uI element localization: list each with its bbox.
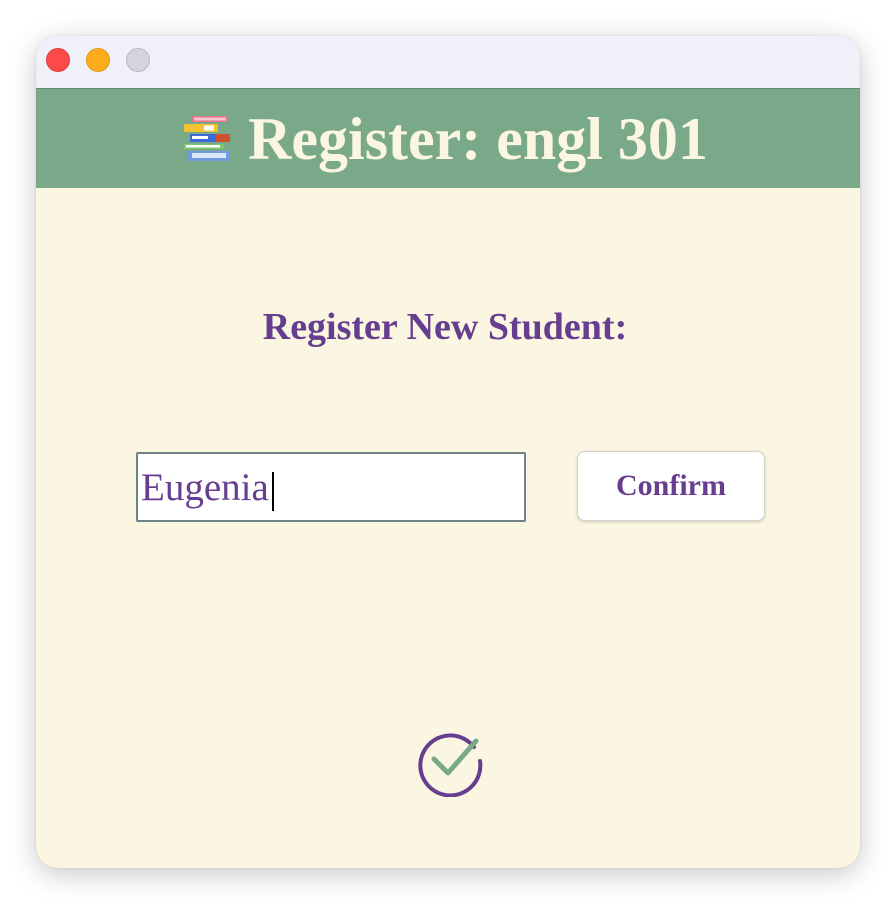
app-window: Register: engl 301 Register New Student:… [36, 36, 860, 868]
register-heading: Register New Student: [262, 306, 628, 348]
title-bar [36, 36, 860, 89]
zoom-window-button[interactable] [126, 48, 150, 72]
header-banner: Register: engl 301 [36, 89, 860, 188]
close-window-button[interactable] [46, 48, 70, 72]
student-name-input[interactable] [136, 452, 526, 522]
books-icon [184, 115, 231, 161]
minimize-window-button[interactable] [86, 48, 110, 72]
page-title: Register: engl 301 [248, 105, 708, 172]
confirm-button[interactable]: Confirm [577, 451, 765, 521]
text-caret [272, 472, 274, 511]
check-circle-icon [418, 733, 483, 797]
